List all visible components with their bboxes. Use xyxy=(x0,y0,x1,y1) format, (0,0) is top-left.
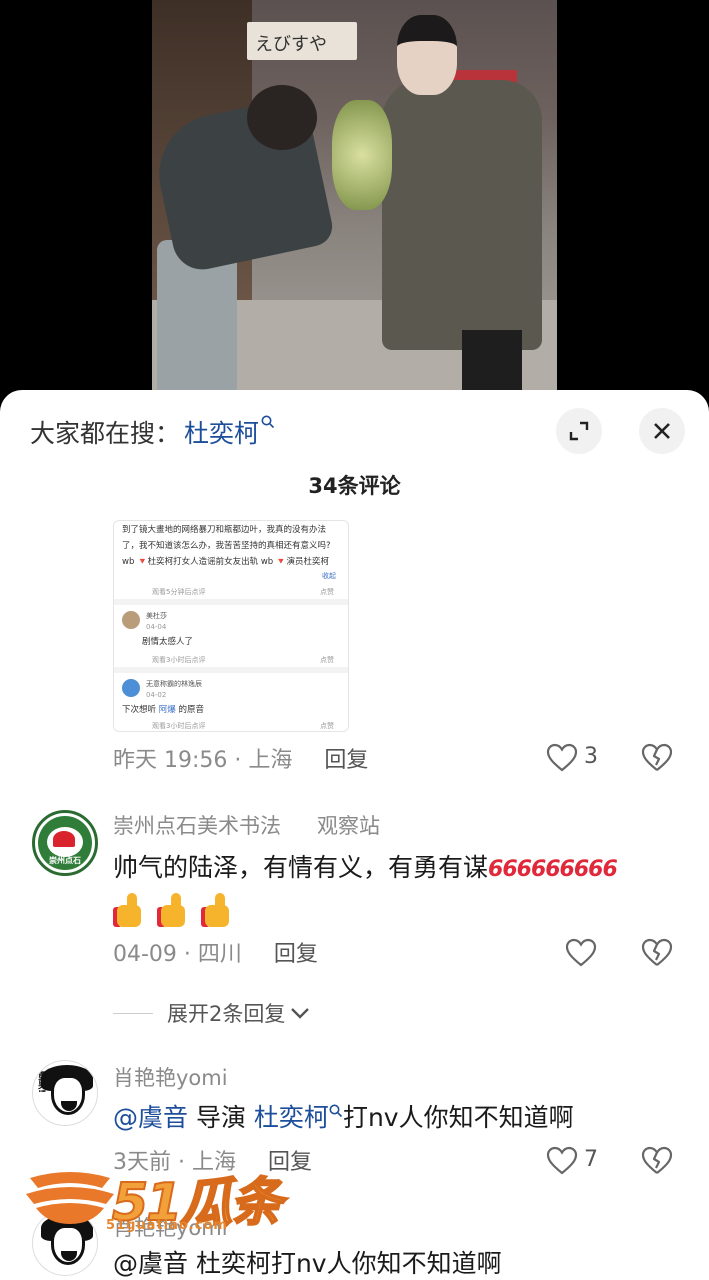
search-icon xyxy=(261,415,275,433)
heart-icon[interactable] xyxy=(546,743,578,773)
comment-text: @虞音 杜奕柯打nv人你知不知道啊 xyxy=(113,1249,502,1278)
trending-search[interactable]: 大家都在搜： 杜奕柯 xyxy=(30,414,275,450)
comment-meta: 04-09 · 四川 回复 xyxy=(113,936,318,968)
thumb-like: 点赞 xyxy=(320,656,334,664)
thumb-username: 美杜莎 xyxy=(146,612,167,620)
broken-heart-icon[interactable] xyxy=(641,1146,673,1176)
expand-button[interactable] xyxy=(556,408,602,454)
watermark-logo: 51瓜条 51guatiao.com xyxy=(22,1160,283,1240)
expand-replies-button[interactable]: 展开2条回复 xyxy=(113,998,311,1028)
thumb-avatar xyxy=(122,611,140,629)
username[interactable]: 崇州点石美术书法 xyxy=(113,814,281,838)
video-frame: えびすや xyxy=(152,0,557,392)
heart-icon[interactable] xyxy=(565,938,597,968)
comment-image[interactable]: 到了镜大畫地的网络暴刀和瓶都边叶，我真的没有办法 了，我不知道该怎么办，我苦苦坚… xyxy=(113,520,349,732)
shop-sign: えびすや xyxy=(247,22,357,60)
expand-icon xyxy=(569,421,589,441)
thumbs-up-icon xyxy=(157,893,195,929)
thumb-meta: 观看3小时后点评 xyxy=(152,656,206,664)
avatar-label: 崇州点石 xyxy=(49,856,81,865)
thumbs-up-emojis xyxy=(113,888,245,932)
comment-time: 昨天 19:56 · 上海 xyxy=(113,748,293,773)
comment-time: 04-09 · 四川 xyxy=(113,942,242,967)
trending-search-label: 大家都在搜： xyxy=(30,419,181,448)
thumb-text-line: 了，我不知道该怎么办，我苦苦坚持的真相还有意义吗? xyxy=(122,541,331,551)
mention-link[interactable]: @虞音 xyxy=(113,1103,188,1132)
close-icon xyxy=(654,423,670,439)
search-icon xyxy=(329,1104,343,1118)
flower-bouquet xyxy=(332,100,392,210)
heart-icon[interactable] xyxy=(546,1146,578,1176)
thumb-meta: 观看5分钟后点评 xyxy=(152,588,206,596)
thumbs-up-icon xyxy=(201,893,239,929)
thumb-date: 04-04 xyxy=(146,623,167,631)
broken-heart-icon[interactable] xyxy=(641,743,673,773)
comment-body: 帅气的陆泽，有情有义，有勇有谋 xyxy=(113,853,489,882)
avatar-label: 勇男! xyxy=(36,1071,46,1094)
avatar[interactable]: 崇州点石 xyxy=(32,810,98,876)
chevron-down-icon xyxy=(291,1008,310,1019)
comment-count: 34条评论 xyxy=(308,474,401,498)
emoji-666: 666666666 xyxy=(488,857,618,882)
reply-button[interactable]: 回复 xyxy=(324,742,368,774)
thumb-text-line: 到了镜大畫地的网络暴刀和瓶都边叶，我真的没有办法 xyxy=(122,525,327,535)
broken-heart-icon[interactable] xyxy=(641,938,673,968)
thumb-collapse: 收起 xyxy=(322,572,336,580)
comment-body: 打nv人你知不知道啊 xyxy=(342,1103,574,1132)
comment-body: 导演 xyxy=(188,1103,254,1132)
comment-text: @虞音 导演 杜奕柯 打nv人你知不知道啊 xyxy=(113,1096,574,1140)
username-row: 崇州点石美术书法 观察站 xyxy=(113,810,380,840)
thumb-avatar xyxy=(122,679,140,697)
avatar[interactable]: 勇男! xyxy=(32,1060,98,1126)
like-count: 3 xyxy=(584,744,598,769)
close-button[interactable] xyxy=(639,408,685,454)
thumbs-up-icon xyxy=(113,893,151,929)
thumb-like: 点赞 xyxy=(320,588,334,596)
thumb-comment: 剧情太感人了 xyxy=(142,637,194,647)
thumb-username: 无意称霸的林逸辰 xyxy=(146,680,202,688)
thumb-like: 点赞 xyxy=(320,722,334,730)
comment-text: 帅气的陆泽，有情有义，有勇有谋666666666 xyxy=(113,846,618,892)
username[interactable]: 肖艳艳yomi xyxy=(113,1062,228,1092)
thumb-date: 04-02 xyxy=(146,691,167,699)
reply-button[interactable]: 回复 xyxy=(274,936,318,968)
trending-search-term[interactable]: 杜奕柯 xyxy=(184,414,259,450)
comment-sheet: 大家都在搜： 杜奕柯 34条评论 到了镜大畫地的网络暴刀和瓶都边叶，我真的没有办… xyxy=(0,390,709,1280)
user-tag: 观察站 xyxy=(317,814,380,838)
comment-meta: 昨天 19:56 · 上海 回复 xyxy=(113,742,368,774)
thumb-meta: 观看3小时后点评 xyxy=(152,722,206,730)
thumb-comment: 下次想听 阿爆 的原音 xyxy=(122,705,204,715)
melon-logo-icon xyxy=(26,1172,114,1224)
expand-replies-label: 展开2条回复 xyxy=(167,1002,286,1026)
video-player[interactable]: えびすや xyxy=(0,0,709,400)
like-count: 7 xyxy=(584,1147,598,1172)
thumb-text-line: wb 🔻杜奕柯打女人造谣前女友出轨 wb 🔻演员杜奕柯 xyxy=(122,557,329,567)
search-term-link[interactable]: 杜奕柯 xyxy=(254,1103,329,1132)
watermark-url: 51guatiao.com xyxy=(106,1218,228,1233)
